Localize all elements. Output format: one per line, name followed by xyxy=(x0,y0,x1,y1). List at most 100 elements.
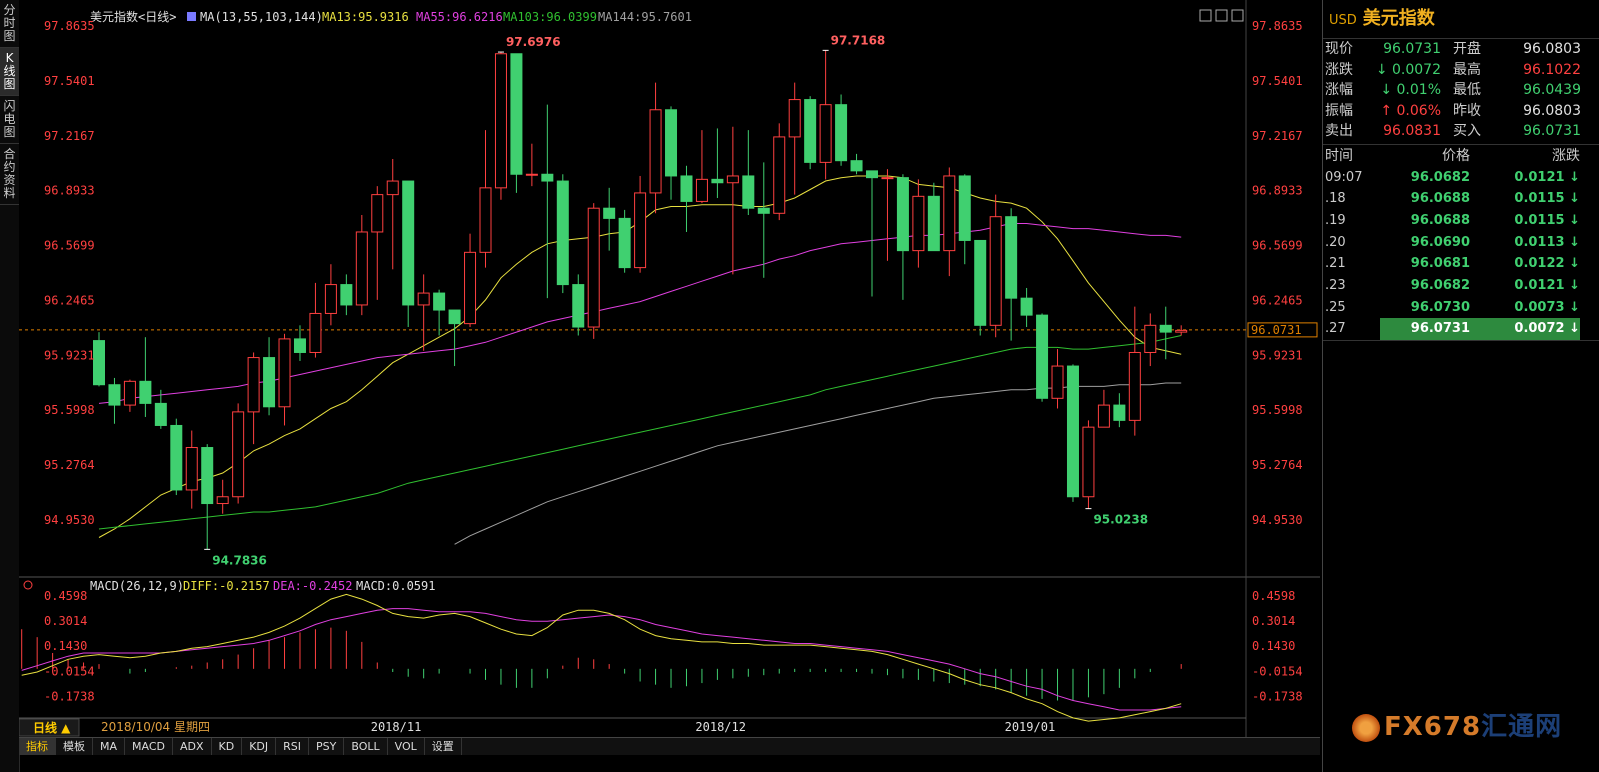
quote-label: 买入 xyxy=(1453,123,1481,139)
indicator-tab[interactable]: BOLL xyxy=(344,738,388,755)
indicator-tab[interactable]: 指标 xyxy=(19,738,56,755)
candle-body-down xyxy=(927,195,940,252)
candle-body-down xyxy=(742,175,755,209)
macd-axis-left-label: -0.1738 xyxy=(44,689,95,703)
indicator-tab[interactable]: MA xyxy=(93,738,126,755)
tick-row: .23 96.0682 0.0121 ↓ xyxy=(1323,275,1599,297)
quote-panel: USD 美元指数 现价 96.0731 开盘 96.0803 涨跌 ↓ 0.0072… xyxy=(1322,0,1599,772)
quote-label: 振幅 xyxy=(1325,102,1353,119)
candle-body-down xyxy=(680,175,693,202)
indicator-tab[interactable]: KDJ xyxy=(242,738,277,755)
side-tabs: 分时图 K线图 闪电图 合约资料 xyxy=(0,0,20,772)
currency-code: USD xyxy=(1329,13,1357,28)
candle-body-down xyxy=(866,170,878,179)
tick-change: 0.0073 ↓ xyxy=(1514,299,1580,315)
x-axis-label: 2018/12 xyxy=(695,720,746,734)
tick-price: 96.0731 xyxy=(1380,318,1470,340)
tick-price: 96.0730 xyxy=(1410,299,1470,315)
chart-area[interactable]: 美元指数<日线> MA(13,55,103,144) MA13:95.9316 … xyxy=(19,0,1320,772)
price-axis-left-label: 97.8635 xyxy=(44,19,95,33)
fx678-logo: FX678汇通网 xyxy=(1352,706,1562,743)
quote-value: ↓ 0.0072 xyxy=(1375,61,1441,78)
ma-spec: MA(13,55,103,144) xyxy=(200,10,323,24)
indicator-tab[interactable]: PSY xyxy=(309,738,345,755)
candle-body-up xyxy=(1144,324,1157,353)
macd-axis-right-label: 0.4598 xyxy=(1252,589,1295,603)
macd-spec: MACD(26,12,9) xyxy=(90,579,184,593)
peak-low-label: 95.0238 xyxy=(1093,513,1148,527)
instrument-name: 美元指数 xyxy=(1362,8,1435,29)
tick-table-header: 时间 价格 涨跌 xyxy=(1323,143,1599,167)
candle-body-up xyxy=(371,194,384,233)
kline-chart[interactable]: 美元指数<日线> MA(13,55,103,144) MA13:95.9316 … xyxy=(19,0,1320,737)
tick-row: .20 96.0690 0.0113 ↓ xyxy=(1323,232,1599,254)
candle-body-up xyxy=(479,187,492,253)
tab-kline[interactable]: K线图 xyxy=(0,48,19,96)
tab-flash[interactable]: 闪电图 xyxy=(0,96,19,144)
candle-body-up xyxy=(819,104,832,163)
ma55-label: MA55:96.6216 xyxy=(416,10,503,24)
quote-value: 96.0831 xyxy=(1383,123,1441,139)
candle-body-up xyxy=(634,192,647,269)
candle-body-down xyxy=(108,384,121,406)
candle-body-up xyxy=(494,53,507,189)
candle-body-up xyxy=(123,380,136,406)
logo-icon xyxy=(1352,713,1380,742)
candle-body-up xyxy=(943,175,956,252)
candle-body-up xyxy=(773,136,786,214)
quote-value: ↓ 0.01% xyxy=(1380,82,1441,98)
macd-axis-left-label: 0.3014 xyxy=(44,614,87,628)
macd-axis-right-label: -0.0154 xyxy=(1252,664,1303,678)
quote-title: USD 美元指数 xyxy=(1323,0,1599,39)
indicator-tab[interactable]: RSI xyxy=(276,738,310,755)
candle-body-down xyxy=(93,340,105,386)
candle-body-down xyxy=(958,175,971,241)
price-axis-right-label: 94.9530 xyxy=(1252,513,1303,527)
candle-body-down xyxy=(263,357,276,408)
candle-body-down xyxy=(201,447,214,505)
indicator-tab[interactable]: KD xyxy=(212,738,243,755)
candle-body-up xyxy=(386,180,399,196)
quote-value: 96.0731 xyxy=(1523,123,1581,139)
indicator-tab[interactable]: 设置 xyxy=(425,738,462,755)
candle-body-down xyxy=(572,284,585,328)
indicator-tab[interactable]: MACD xyxy=(125,738,173,755)
tick-row: .27 96.0731 0.0072 ↓ xyxy=(1323,318,1599,340)
tick-time: .23 xyxy=(1325,277,1346,293)
candle-body-down xyxy=(1113,404,1126,421)
quote-label: 昨收 xyxy=(1453,102,1481,119)
candle-body-down xyxy=(510,53,523,175)
macd-axis-right-label: 0.3014 xyxy=(1252,614,1295,628)
tick-time: .25 xyxy=(1325,299,1346,315)
price-axis-left-label: 94.9530 xyxy=(44,513,95,527)
tab-timeshare[interactable]: 分时图 xyxy=(0,0,19,48)
candle-body-up xyxy=(695,178,708,202)
peak-low-label: 94.7836 xyxy=(212,553,267,567)
price-axis-left-label: 96.8933 xyxy=(44,184,95,198)
price-axis-left-label: 96.5699 xyxy=(44,239,95,253)
tab-contract-info[interactable]: 合约资料 xyxy=(0,144,19,205)
candle-body-down xyxy=(850,160,863,172)
candle-body-up xyxy=(417,292,430,306)
candle-body-down xyxy=(711,178,724,184)
tick-time: .21 xyxy=(1325,256,1346,272)
indicator-tab[interactable]: 模板 xyxy=(56,738,93,755)
candle-body-up xyxy=(324,284,337,314)
price-axis-right-label: 96.2465 xyxy=(1252,293,1303,307)
tick-time: .20 xyxy=(1325,234,1346,250)
indicator-tab[interactable]: ADX xyxy=(173,738,212,755)
candle-body-up xyxy=(912,195,925,252)
candle-body-up xyxy=(587,207,600,328)
last-price-tag-label: 96.0731 xyxy=(1251,323,1302,337)
candle-body-up xyxy=(1128,351,1141,421)
quote-value: 96.0731 xyxy=(1383,41,1441,57)
tick-header-change: 涨跌 xyxy=(1552,147,1580,164)
candle-body-up xyxy=(355,231,368,306)
macd-axis-right-label: -0.1738 xyxy=(1252,689,1303,703)
quote-value: 96.0803 xyxy=(1523,41,1581,57)
tick-time: 09:07 xyxy=(1325,169,1363,185)
indicator-tab[interactable]: VOL xyxy=(388,738,425,755)
candle-body-up xyxy=(309,312,322,353)
macd-axis-right-label: 0.1430 xyxy=(1252,639,1295,653)
tick-time: .18 xyxy=(1325,191,1346,207)
